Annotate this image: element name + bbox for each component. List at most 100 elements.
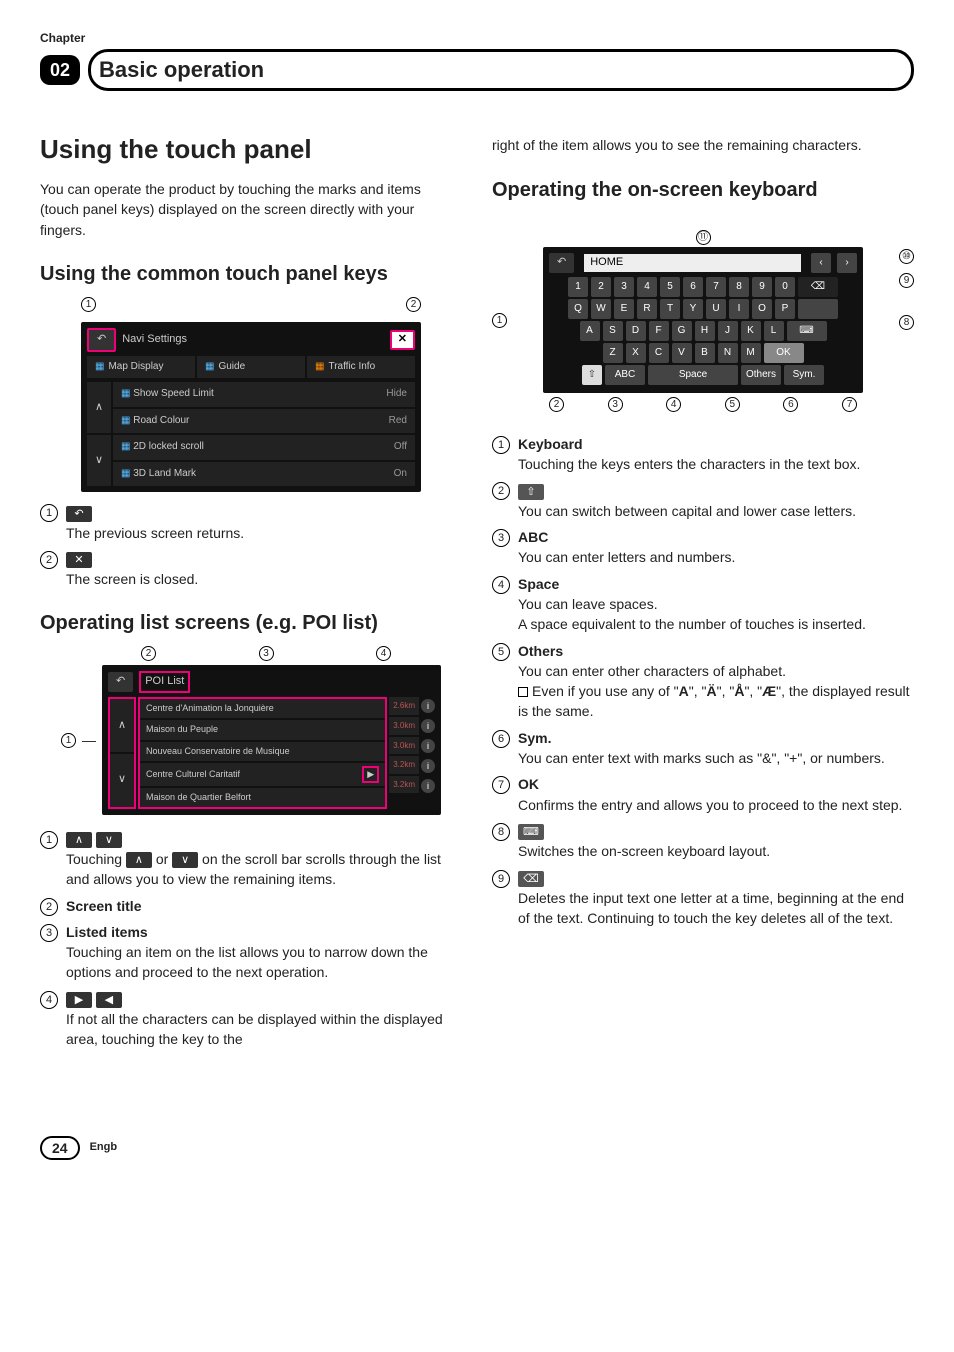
- input-field[interactable]: HOME: [584, 254, 801, 272]
- key[interactable]: E: [614, 299, 634, 319]
- poi-name: Maison de Quartier Belfort: [146, 791, 251, 804]
- key[interactable]: A: [580, 321, 600, 341]
- scroll-down-button[interactable]: ∨: [110, 754, 134, 807]
- key[interactable]: 0: [775, 277, 795, 297]
- kb-num-item: 7OKConfirms the entry and allows you to …: [492, 774, 914, 815]
- text-part: Touching: [66, 851, 126, 867]
- num-1: 1: [40, 504, 58, 522]
- key[interactable]: 7: [706, 277, 726, 297]
- scroll-up-button[interactable]: ∧: [87, 382, 111, 433]
- key[interactable]: S: [603, 321, 623, 341]
- key[interactable]: C: [649, 343, 669, 363]
- caret-right-button[interactable]: ›: [837, 253, 857, 273]
- key[interactable]: R: [637, 299, 657, 319]
- key[interactable]: 6: [683, 277, 703, 297]
- key[interactable]: 9: [752, 277, 772, 297]
- key[interactable]: 3: [614, 277, 634, 297]
- num-3: 3: [40, 924, 58, 942]
- info-icon[interactable]: i: [421, 779, 435, 793]
- list-item[interactable]: ▦ 2D locked scrollOff: [113, 435, 415, 460]
- poi-num-item-2: 2 Screen title: [40, 896, 462, 916]
- key[interactable]: Q: [568, 299, 588, 319]
- key[interactable]: 1: [568, 277, 588, 297]
- others-key[interactable]: Others: [741, 365, 781, 385]
- expand-right-icon[interactable]: ▶: [362, 766, 379, 783]
- kb-num-item: 9⌫Deletes the input text one letter at a…: [492, 868, 914, 929]
- tab-guide[interactable]: ▦Guide: [197, 356, 305, 379]
- tab-map-display[interactable]: ▦Map Display: [87, 356, 195, 379]
- backspace-key[interactable]: ⌫: [798, 277, 838, 297]
- chapter-number-badge: 02: [40, 55, 80, 85]
- key[interactable]: J: [718, 321, 738, 341]
- info-icon[interactable]: i: [421, 739, 435, 753]
- ok-key[interactable]: OK: [764, 343, 804, 363]
- key[interactable]: Z: [603, 343, 623, 363]
- poi-name: Nouveau Conservatoire de Musique: [146, 745, 290, 758]
- num-4: 4: [40, 991, 58, 1009]
- key[interactable]: K: [741, 321, 761, 341]
- key[interactable]: W: [591, 299, 611, 319]
- intro-paragraph: You can operate the product by touching …: [40, 179, 462, 240]
- list-item[interactable]: ▦ 3D Land MarkOn: [113, 462, 415, 487]
- text-part: or: [152, 851, 172, 867]
- key[interactable]: Y: [683, 299, 703, 319]
- poi-name: Centre d'Animation la Jonquière: [146, 702, 274, 715]
- key[interactable]: P: [775, 299, 795, 319]
- list-item[interactable]: Maison de Quartier Belfort: [140, 788, 385, 807]
- list-item[interactable]: Nouveau Conservatoire de Musique: [140, 742, 385, 761]
- heading-list-screens: Operating list screens (e.g. POI list): [40, 609, 462, 638]
- poi-list-title: POI List: [139, 671, 190, 693]
- key[interactable]: X: [626, 343, 646, 363]
- key[interactable]: U: [706, 299, 726, 319]
- info-icon[interactable]: i: [421, 759, 435, 773]
- list-item[interactable]: Centre d'Animation la Jonquière: [140, 699, 385, 718]
- key[interactable]: 4: [637, 277, 657, 297]
- num-circle: 3: [492, 529, 510, 547]
- back-button[interactable]: ↶: [549, 253, 574, 273]
- list-item[interactable]: ▦ Road ColourRed: [113, 409, 415, 434]
- sym-key[interactable]: Sym.: [784, 365, 824, 385]
- back-button[interactable]: ↶: [108, 672, 133, 692]
- key[interactable]: 8: [729, 277, 749, 297]
- key[interactable]: 5: [660, 277, 680, 297]
- kb-item-text: You can enter letters and numbers.: [518, 547, 914, 567]
- list-item[interactable]: ▦ Show Speed LimitHide: [113, 382, 415, 407]
- key[interactable]: T: [660, 299, 680, 319]
- shift-key[interactable]: ⇧: [582, 365, 602, 385]
- scroll-down-button[interactable]: ∨: [87, 435, 111, 486]
- key[interactable]: B: [695, 343, 715, 363]
- caret-left-button[interactable]: ‹: [811, 253, 831, 273]
- num-body: ⌨Switches the on-screen keyboard layout.: [518, 821, 914, 862]
- space-key[interactable]: Space: [648, 365, 738, 385]
- key[interactable]: G: [672, 321, 692, 341]
- key[interactable]: I: [729, 299, 749, 319]
- key[interactable]: N: [718, 343, 738, 363]
- navi-settings-title: Navi Settings: [122, 332, 187, 348]
- kb-layout-key[interactable]: ⌨: [787, 321, 827, 341]
- key[interactable]: H: [695, 321, 715, 341]
- callout-6: 6: [783, 397, 798, 412]
- callout-2: 2: [141, 646, 156, 661]
- tab-traffic-info[interactable]: ▦Traffic Info: [307, 356, 415, 379]
- list-item[interactable]: Maison du Peuple: [140, 720, 385, 739]
- key[interactable]: O: [752, 299, 772, 319]
- continuation-paragraph: right of the item allows you to see the …: [492, 135, 914, 155]
- key[interactable]: L: [764, 321, 784, 341]
- key[interactable]: V: [672, 343, 692, 363]
- back-button[interactable]: ↶: [87, 328, 116, 352]
- poi-num-3-text: Touching an item on the list allows you …: [66, 942, 462, 983]
- info-icon[interactable]: i: [421, 719, 435, 733]
- key[interactable]: 2: [591, 277, 611, 297]
- tab-traffic-info-label: Traffic Info: [328, 360, 375, 375]
- kb-item-text: Touching the keys enters the characters …: [518, 454, 914, 474]
- close-button[interactable]: ✕: [390, 330, 415, 350]
- list-item[interactable]: Centre Culturel Caritatif▶: [140, 763, 385, 786]
- key[interactable]: M: [741, 343, 761, 363]
- shift-icon: ⇧: [518, 484, 544, 500]
- abc-key[interactable]: ABC: [605, 365, 645, 385]
- info-icon[interactable]: i: [421, 699, 435, 713]
- key[interactable]: D: [626, 321, 646, 341]
- poi-num-item-4: 4 ▶ ◀ If not all the characters can be d…: [40, 989, 462, 1050]
- scroll-up-button[interactable]: ∧: [110, 699, 134, 752]
- key[interactable]: F: [649, 321, 669, 341]
